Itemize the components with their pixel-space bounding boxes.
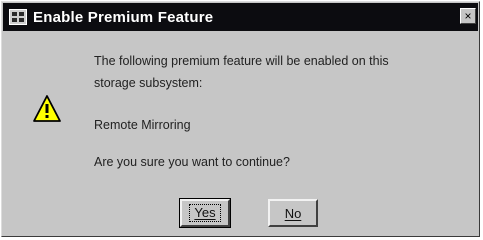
- no-button-label: No: [284, 205, 302, 221]
- no-button[interactable]: No: [268, 199, 318, 227]
- yes-button-label: Yes: [194, 205, 216, 220]
- title-bar[interactable]: Enable Premium Feature ×: [3, 3, 478, 31]
- focus-ring: Yes: [189, 204, 221, 222]
- dialog-window: Enable Premium Feature × The following p…: [1, 1, 480, 237]
- message-line-1: The following premium feature will be en…: [94, 54, 389, 68]
- yes-button[interactable]: Yes: [179, 198, 231, 228]
- confirm-question: Are you sure you want to continue?: [94, 155, 290, 169]
- message-line-2: storage subsystem:: [94, 76, 203, 90]
- feature-name: Remote Mirroring: [94, 118, 191, 132]
- dialog-title: Enable Premium Feature: [33, 8, 214, 26]
- close-button[interactable]: ×: [460, 8, 476, 24]
- warning-icon: [33, 95, 61, 122]
- app-icon: [9, 9, 27, 25]
